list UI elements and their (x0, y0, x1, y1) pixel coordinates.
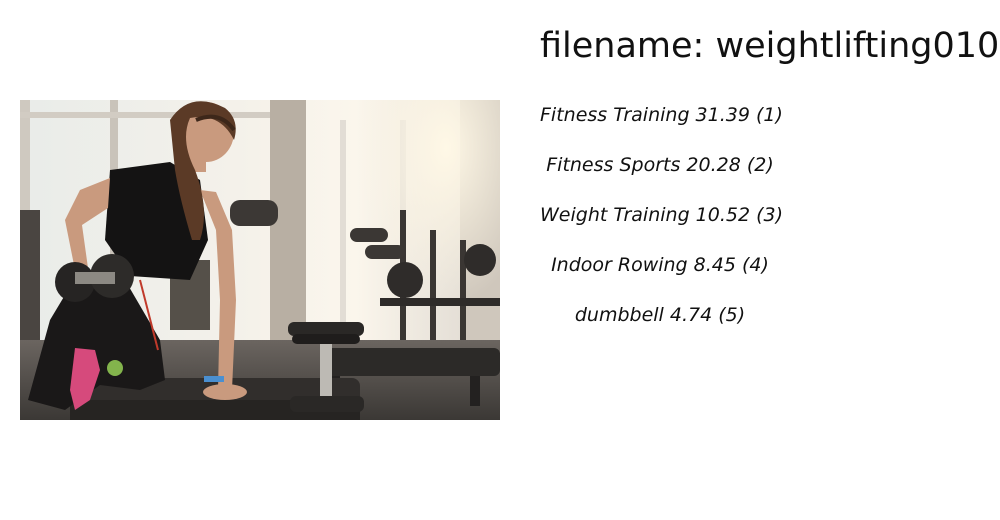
prediction-item: dumbbell 4.74 (5) (574, 304, 746, 326)
filename-heading: filename: weightlifting0106.j (540, 26, 1000, 66)
prediction-item: Weight Training 10.52 (3) (540, 204, 784, 226)
gym-photo-illustration (20, 100, 500, 420)
prediction-item: Indoor Rowing 8.45 (4) (551, 254, 769, 276)
prediction-item: Fitness Sports 20.28 (2) (546, 154, 774, 176)
gym-photo (20, 100, 500, 420)
prediction-item: Fitness Training 31.39 (1) (540, 104, 783, 126)
